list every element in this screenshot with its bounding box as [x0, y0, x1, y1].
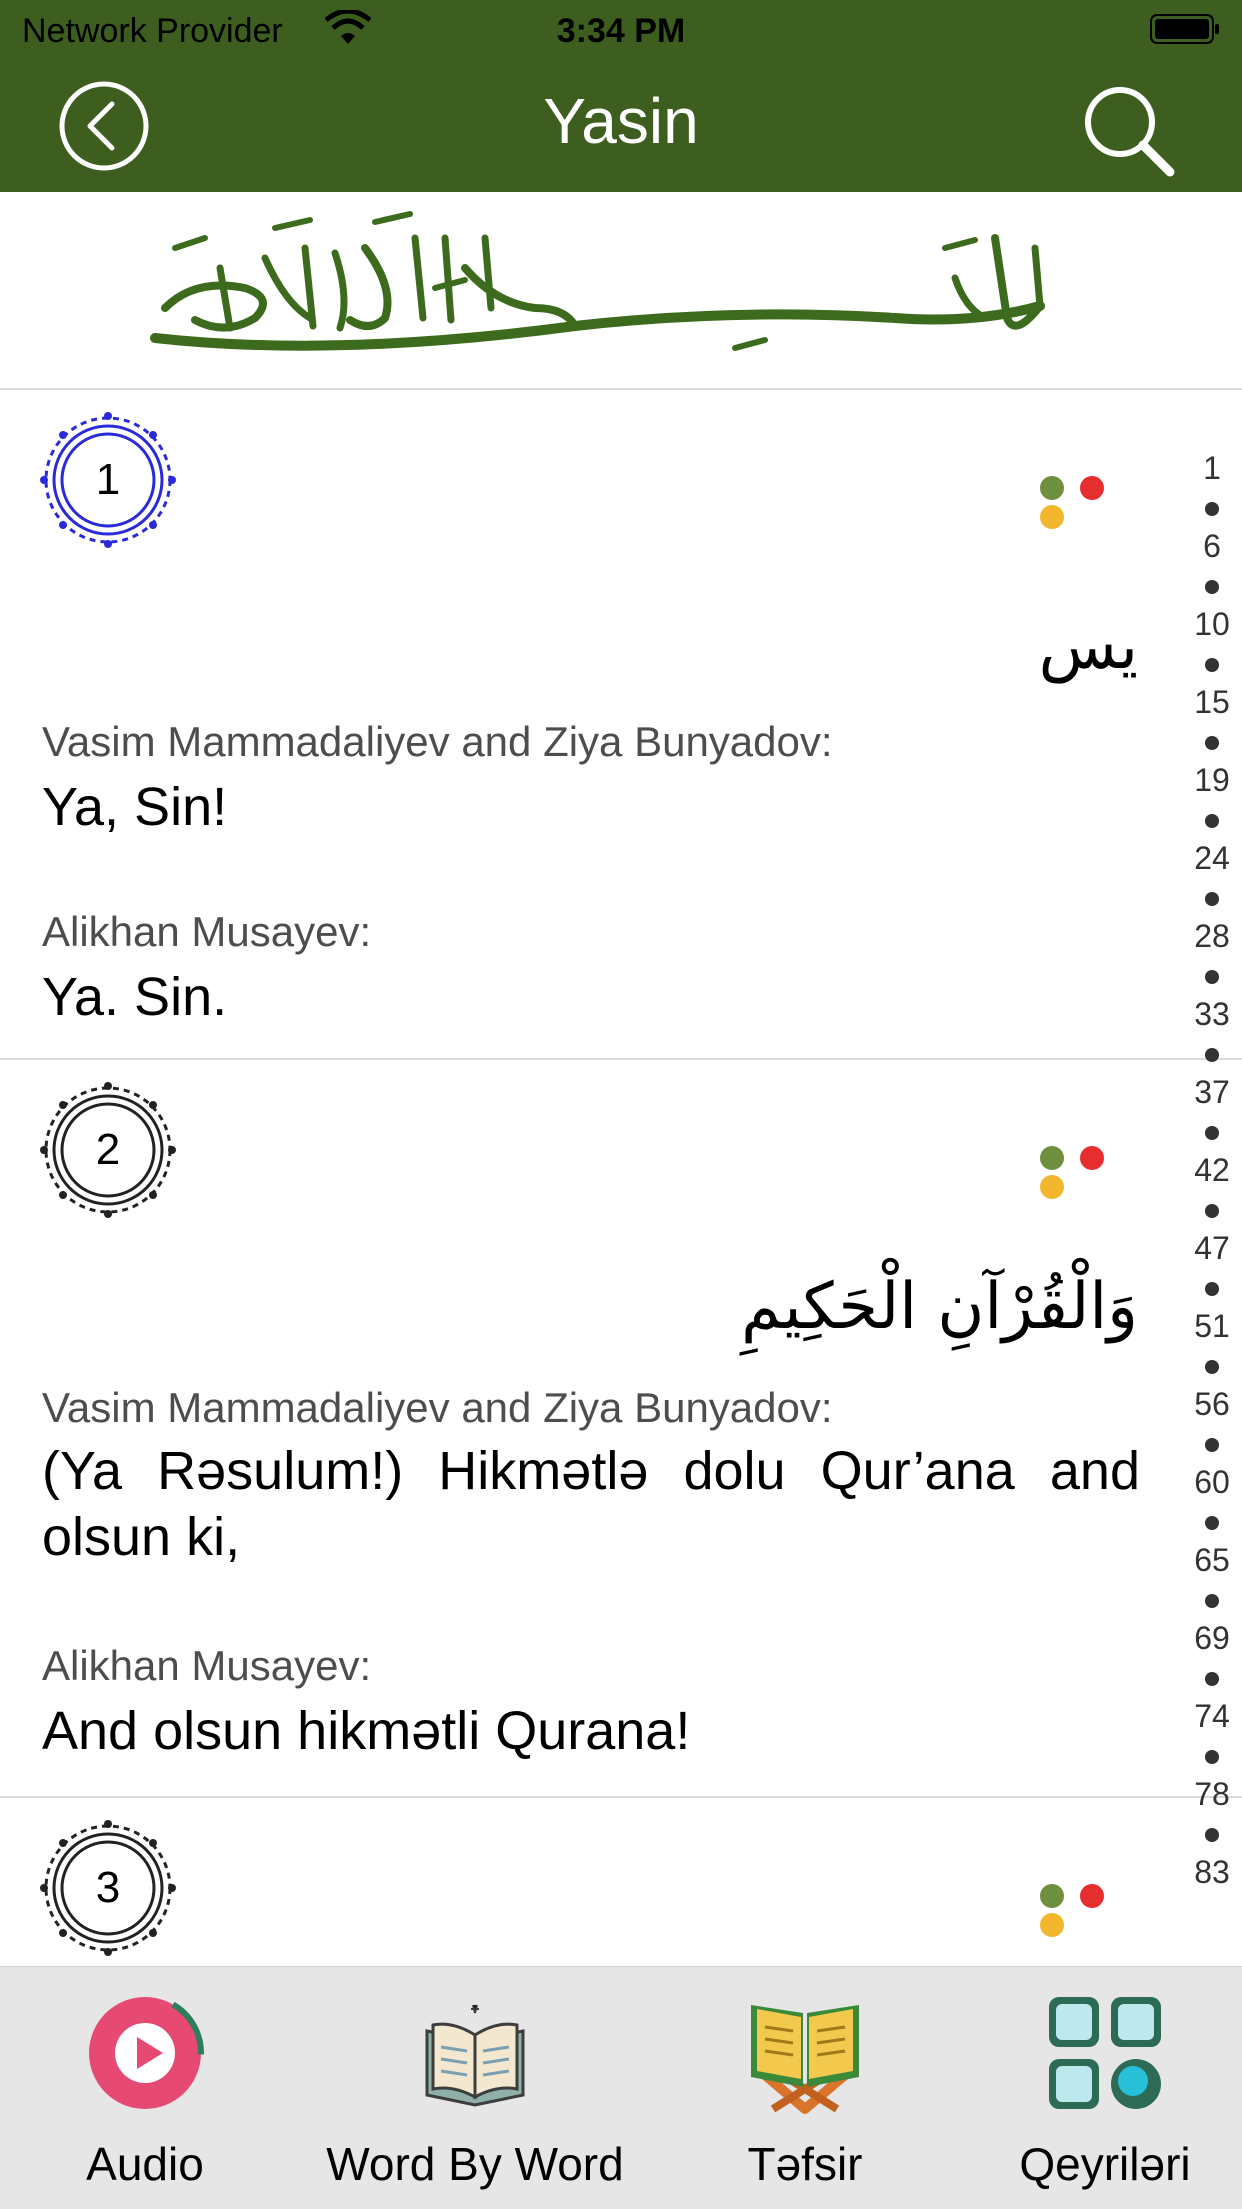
side-index-dot [1205, 1048, 1219, 1062]
verse-card[interactable]: 3 [0, 1798, 1242, 1966]
side-index-dot [1205, 1282, 1219, 1296]
indicator-dot [1040, 1175, 1064, 1199]
side-index-dot [1205, 1438, 1219, 1452]
indicator-dot [1080, 1146, 1104, 1170]
quran-stand-icon [751, 2005, 859, 2114]
verse-card[interactable]: 1 يس Vasim Mammadaliyev and Ziya Bunyado… [0, 390, 1242, 1060]
side-index-item[interactable]: 15 [1180, 684, 1242, 721]
tab-tefsir[interactable]: Təfsir [680, 1967, 930, 2209]
side-index-dot [1205, 1594, 1219, 1608]
page-title: Yasin [543, 85, 699, 157]
indicator-dot [1040, 1913, 1064, 1937]
apps-grid-icon [1049, 1997, 1161, 2109]
side-index-item[interactable]: 69 [1180, 1620, 1242, 1657]
tab-others[interactable]: Qeyriləri [980, 1967, 1230, 2209]
battery-icon [1150, 14, 1219, 44]
translator-name: Vasim Mammadaliyev and Ziya Bunyadov: [42, 718, 833, 765]
translation-text: Ya, Sin! [42, 777, 228, 837]
verse-jump-index[interactable]: 1 6 10 15 19 24 28 33 37 42 47 51 56 60 65 69 74 78 83 [1180, 450, 1242, 1910]
arabic-text: وَالْقُرْآنِ الْحَكِيمِ [741, 1270, 1138, 1344]
side-index-item[interactable]: 83 [1180, 1854, 1242, 1891]
bottom-tab-bar: Audio Word By Word Təfsir Qeyriləri [0, 1966, 1242, 2209]
side-index-dot [1205, 1204, 1219, 1218]
indicator-dot [1040, 476, 1064, 500]
side-index-item[interactable]: 6 [1180, 528, 1242, 565]
top-bar: Network Provider 3:34 PM Yasin [0, 0, 1242, 192]
bismillah-calligraphy-icon [150, 211, 1045, 351]
translator-name: Vasim Mammadaliyev and Ziya Bunyadov: [42, 1384, 833, 1431]
tab-label: Audio [86, 2138, 204, 2190]
side-index-item[interactable]: 42 [1180, 1152, 1242, 1189]
verse-card[interactable]: 2 وَالْقُرْآنِ الْحَكِيمِ Vasim Mammadal… [0, 1060, 1242, 1798]
translation-text: Ya. Sin. [42, 967, 228, 1027]
side-index-item[interactable]: 37 [1180, 1074, 1242, 1111]
audio-play-icon [86, 1994, 204, 2112]
side-index-dot [1205, 1360, 1219, 1374]
tab-word-by-word[interactable]: Word By Word [310, 1967, 640, 2209]
side-index-item[interactable]: 19 [1180, 762, 1242, 799]
verse-indicators [1040, 1146, 1140, 1199]
verse-number: 2 [95, 1125, 121, 1174]
side-index-item[interactable]: 51 [1180, 1308, 1242, 1345]
side-index-item[interactable]: 74 [1180, 1698, 1242, 1735]
side-index-dot [1205, 1750, 1219, 1764]
tab-label: Qeyriləri [1019, 2138, 1191, 2190]
tab-label: Word By Word [326, 2138, 624, 2190]
status-time: 3:34 PM [556, 12, 686, 50]
side-index-item[interactable]: 65 [1180, 1542, 1242, 1579]
verse-indicators [1040, 1884, 1140, 1937]
side-index-dot [1205, 1126, 1219, 1140]
verse-number: 1 [95, 455, 121, 504]
side-index-dot [1205, 580, 1219, 594]
indicator-dot [1040, 505, 1064, 529]
side-index-item[interactable]: 1 [1180, 450, 1242, 487]
indicator-dot [1080, 1884, 1104, 1908]
side-index-item[interactable]: 60 [1180, 1464, 1242, 1501]
arabic-text: يس [1038, 610, 1138, 684]
bismillah-header [0, 192, 1242, 390]
side-index-item[interactable]: 78 [1180, 1776, 1242, 1813]
side-index-dot [1205, 1672, 1219, 1686]
side-index-dot [1205, 1828, 1219, 1842]
side-index-dot [1205, 658, 1219, 672]
side-index-item[interactable]: 28 [1180, 918, 1242, 955]
side-index-dot [1205, 814, 1219, 828]
search-icon[interactable] [1080, 82, 1176, 178]
tab-audio[interactable]: Audio [20, 1967, 270, 2209]
side-index-dot [1205, 892, 1219, 906]
side-index-dot [1205, 1516, 1219, 1530]
verse-list[interactable]: 1 يس Vasim Mammadaliyev and Ziya Bunyado… [0, 390, 1242, 1966]
side-index-dot [1205, 736, 1219, 750]
verse-indicators [1040, 476, 1140, 529]
side-index-item[interactable]: 33 [1180, 996, 1242, 1033]
book-icon [425, 2004, 525, 2107]
indicator-dot [1040, 1884, 1064, 1908]
indicator-dot [1040, 1146, 1064, 1170]
translator-name: Alikhan Musayev: [42, 908, 372, 955]
side-index-item[interactable]: 24 [1180, 840, 1242, 877]
translation-text: And olsun hikmətli Qurana! [42, 1701, 691, 1761]
side-index-item[interactable]: 10 [1180, 606, 1242, 643]
tab-label: Təfsir [747, 2138, 863, 2190]
verse-number: 3 [95, 1863, 121, 1912]
translator-name: Alikhan Musayev: [42, 1642, 372, 1689]
side-index-dot [1205, 970, 1219, 984]
status-bar: Network Provider 3:34 PM [0, 0, 1242, 62]
side-index-item[interactable]: 47 [1180, 1230, 1242, 1267]
indicator-dot [1080, 476, 1104, 500]
side-index-item[interactable]: 56 [1180, 1386, 1242, 1423]
translation-text: (Ya Rəsulum!) Hikmətlə dolu Qur’ana and … [42, 1441, 1140, 1567]
side-index-dot [1205, 502, 1219, 516]
